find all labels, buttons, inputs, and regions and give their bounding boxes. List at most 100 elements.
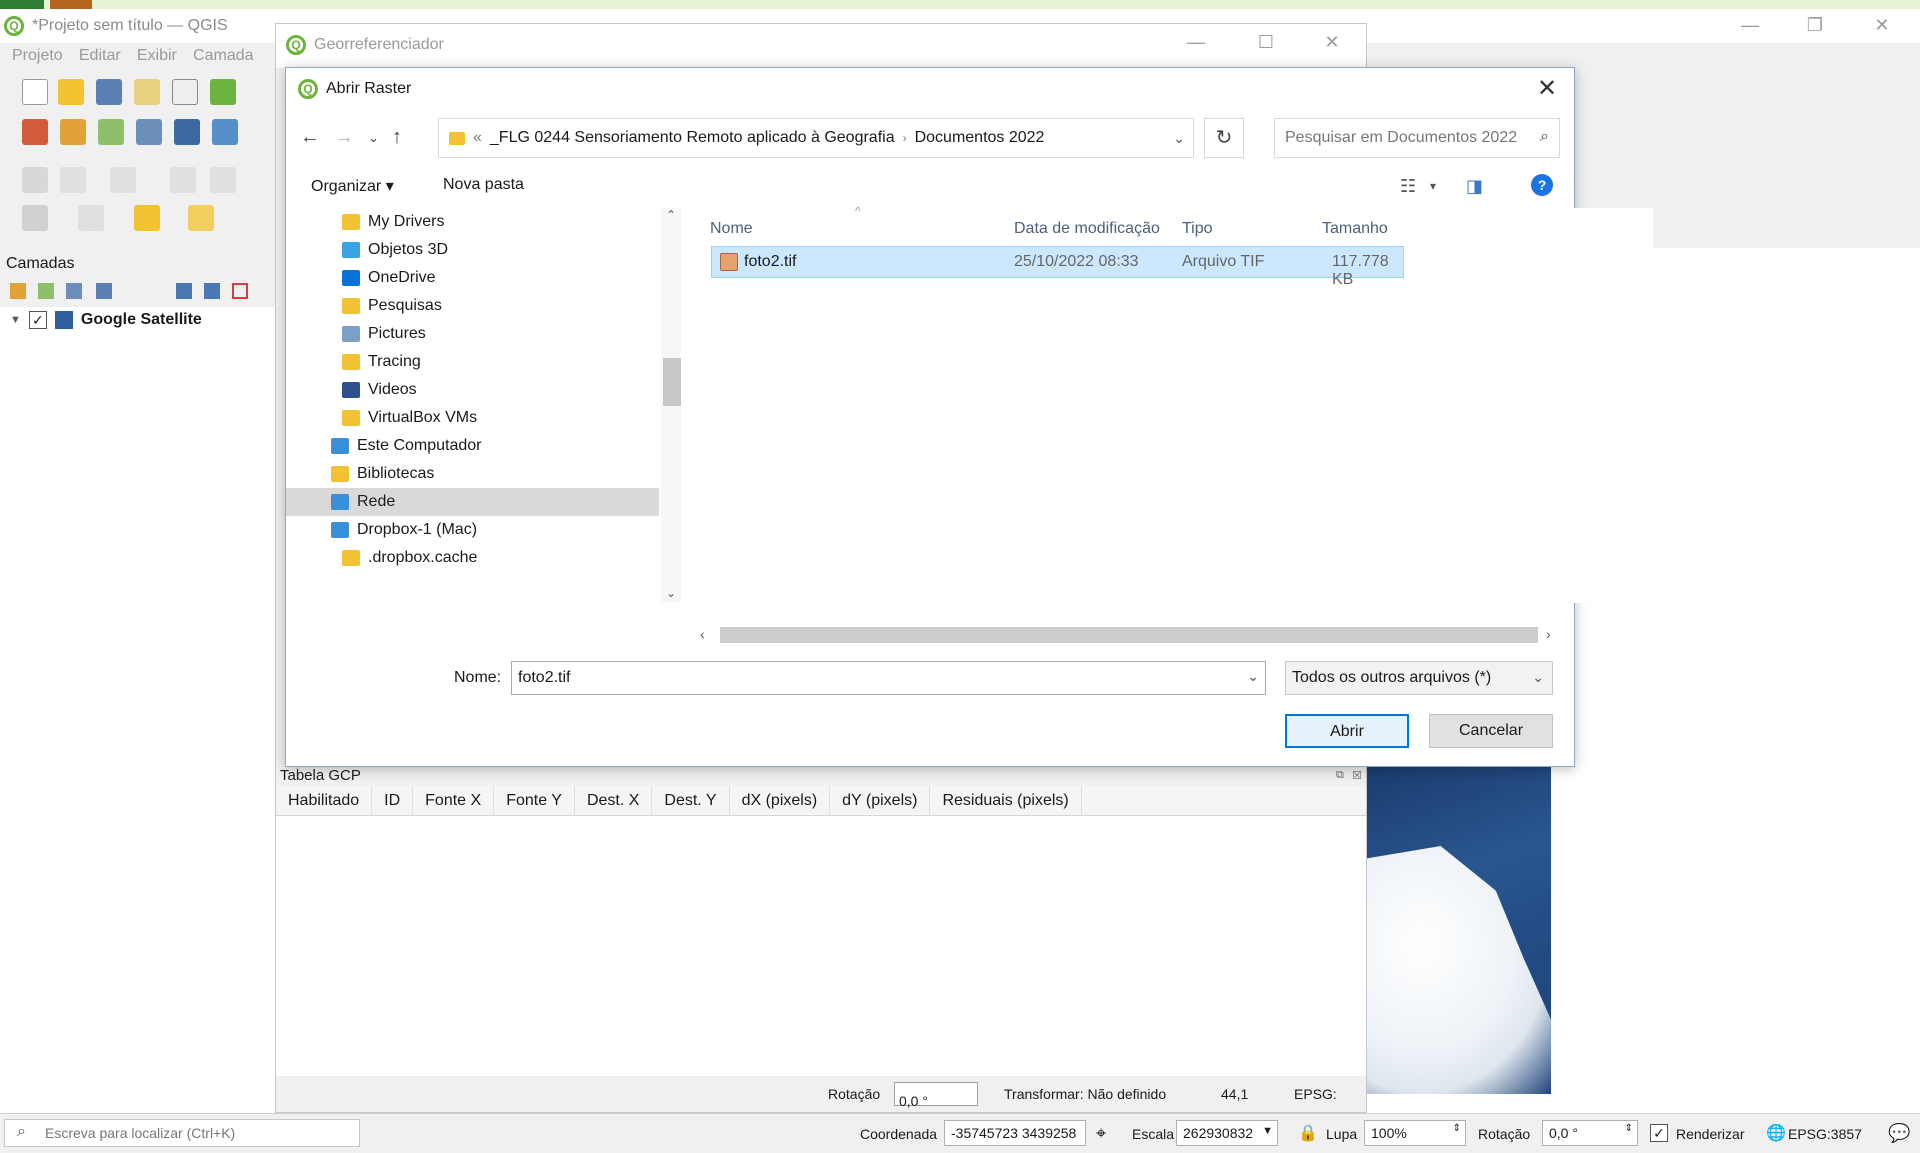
nav-item-videos[interactable]: Videos [342, 376, 602, 404]
nav-item-tracing[interactable]: Tracing [342, 348, 602, 376]
address-dropdown-icon[interactable]: ⌄ [1173, 130, 1185, 147]
close-panel-icon[interactable]: ☒ [1352, 769, 1362, 782]
crs-globe-icon[interactable]: 🌐 [1766, 1123, 1786, 1143]
nav-item-este-computador[interactable]: Este Computador [331, 432, 601, 460]
cancel-button[interactable]: Cancelar [1429, 714, 1553, 748]
layout-icon[interactable] [134, 79, 160, 105]
close-icon[interactable]: ✕ [1862, 15, 1902, 36]
save-project-icon[interactable] [96, 79, 122, 105]
col-tipo[interactable]: Tipo [1182, 220, 1213, 238]
messages-icon[interactable]: 💬 [1888, 1123, 1910, 1144]
view-dropdown-icon[interactable]: ▾ [1430, 179, 1436, 193]
filename-dropdown-icon[interactable]: ⌄ [1247, 668, 1259, 685]
open-button[interactable]: Abrir [1285, 714, 1409, 748]
collapse-icon[interactable] [204, 283, 220, 299]
nav-item-rede[interactable]: Rede [286, 488, 659, 516]
maximize-icon[interactable]: ☐ [1246, 32, 1286, 53]
menu-exibir[interactable]: Exibir [137, 47, 177, 65]
file-hscrollbar[interactable]: ‹ › [694, 625, 1562, 645]
back-arrow-icon[interactable]: ← [300, 126, 320, 149]
help-icon[interactable]: ? [1531, 174, 1553, 196]
col-dy[interactable]: dY (pixels) [830, 785, 931, 816]
refresh-icon[interactable]: ↻ [1204, 118, 1244, 158]
address-bar[interactable]: « _FLG 0244 Sensoriamento Remoto aplicad… [438, 118, 1194, 158]
nav-item-virtualbox[interactable]: VirtualBox VMs [342, 404, 602, 432]
layer-row[interactable]: ▼ ✓ Google Satellite [10, 311, 202, 329]
gcp-table-body[interactable] [276, 816, 1366, 1076]
scale-dropdown-icon[interactable]: ▼ [1262, 1125, 1273, 1137]
close-icon[interactable]: ✕ [1312, 32, 1352, 53]
col-residuals[interactable]: Residuais (pixels) [930, 785, 1082, 816]
add-delimited-icon[interactable] [98, 119, 124, 145]
col-tamanho[interactable]: Tamanho [1322, 220, 1388, 238]
file-hscroll-thumb[interactable] [720, 627, 1538, 643]
expand-arrow-icon[interactable]: ▼ [10, 314, 21, 326]
filter-dropdown-icon[interactable]: ⌄ [1532, 669, 1544, 686]
preview-pane-icon[interactable]: ◨ [1466, 176, 1483, 197]
add-db-icon[interactable] [174, 119, 200, 145]
scroll-down-icon[interactable]: ⌄ [666, 586, 676, 600]
col-dest-x[interactable]: Dest. X [575, 785, 653, 816]
nav-item-onedrive[interactable]: OneDrive [342, 264, 602, 292]
new-folder-button[interactable]: Nova pasta [443, 176, 524, 194]
nav-item-my-drivers[interactable]: My Drivers [342, 208, 602, 236]
col-habilitado[interactable]: Habilitado [276, 785, 373, 816]
mouse-coordinate-icon[interactable]: ⌖ [1096, 1123, 1106, 1144]
minimize-icon[interactable]: — [1730, 15, 1770, 36]
breadcrumb-item[interactable]: _FLG 0244 Sensoriamento Remoto aplicado … [490, 129, 895, 147]
data-source-icon[interactable] [22, 119, 48, 145]
filename-input[interactable]: foto2.tif ⌄ [511, 661, 1266, 695]
up-arrow-icon[interactable]: ↑ [392, 126, 402, 149]
filter-icon[interactable] [66, 283, 82, 299]
search-input[interactable]: Pesquisar em Documentos 2022 ⌕ [1274, 118, 1560, 158]
nav-scroll-thumb[interactable] [663, 358, 681, 406]
menu-camada[interactable]: Camada [193, 47, 253, 65]
scroll-right-icon[interactable]: › [1546, 626, 1551, 642]
col-dest-y[interactable]: Dest. Y [652, 785, 730, 816]
menu-projeto[interactable]: Projeto [12, 47, 63, 65]
col-fonte-y[interactable]: Fonte Y [494, 785, 575, 816]
col-id[interactable]: ID [372, 785, 414, 816]
col-nome[interactable]: Nome [710, 220, 753, 238]
restore-icon[interactable]: ❐ [1795, 15, 1835, 36]
rotation-spinbox[interactable]: 0,0 ° [894, 1082, 978, 1109]
locator-input[interactable]: ⌕ Escreva para localizar (Ctrl+K) [4, 1119, 360, 1147]
breadcrumb-item-current[interactable]: Documentos 2022 [915, 129, 1045, 147]
magnifier-field[interactable]: 100% ⇕ [1364, 1120, 1466, 1146]
col-data-modificacao[interactable]: Data de modificação [1014, 220, 1160, 238]
new-project-icon[interactable] [22, 79, 48, 105]
add-vector-icon[interactable] [60, 119, 86, 145]
scroll-left-icon[interactable]: ‹ [700, 626, 705, 642]
funnel-icon[interactable] [96, 283, 112, 299]
digitize-icon[interactable] [136, 119, 162, 145]
forward-arrow-icon[interactable]: → [334, 126, 354, 149]
nav-item-pesquisas[interactable]: Pesquisas [342, 292, 602, 320]
scroll-up-icon[interactable]: ⌃ [666, 208, 676, 222]
nav-item-pictures[interactable]: Pictures [342, 320, 602, 348]
render-checkbox[interactable]: ✓ [1650, 1124, 1668, 1142]
add-group-icon[interactable] [38, 283, 54, 299]
print-icon[interactable] [172, 79, 198, 105]
organize-button[interactable]: Organizar ▾ [311, 176, 394, 196]
style-icon[interactable] [10, 283, 26, 299]
spin-icon[interactable]: ⇕ [1453, 1123, 1461, 1134]
view-options-icon[interactable]: ☷ [1400, 176, 1416, 197]
nav-scrollbar[interactable]: ⌃ ⌄ [661, 208, 681, 603]
nav-item-bibliotecas[interactable]: Bibliotecas [331, 460, 601, 488]
dialog-close-icon[interactable]: ✕ [1532, 74, 1562, 103]
menu-editar[interactable]: Editar [79, 47, 121, 65]
expand-icon[interactable] [176, 283, 192, 299]
layer-checkbox[interactable]: ✓ [28, 311, 47, 329]
minimize-icon[interactable]: — [1176, 32, 1216, 53]
spin-icon[interactable]: ⇕ [1625, 1123, 1633, 1134]
breadcrumb-overflow[interactable]: « [473, 129, 482, 147]
file-row-selected[interactable]: foto2.tif 25/10/2022 08:33 Arquivo TIF 1… [711, 246, 1404, 288]
open-project-icon[interactable] [58, 79, 84, 105]
nav-item-dropbox[interactable]: Dropbox-1 (Mac) [331, 516, 601, 544]
style-manager-icon[interactable] [210, 79, 236, 105]
crs-label[interactable]: EPSG:3857 [1788, 1126, 1862, 1142]
nav-item-dropbox-cache[interactable]: .dropbox.cache [342, 544, 602, 572]
float-icon[interactable]: ⧉ [1336, 769, 1344, 782]
label-icon[interactable] [188, 205, 214, 231]
epsg-label[interactable]: EPSG: [1294, 1086, 1337, 1102]
